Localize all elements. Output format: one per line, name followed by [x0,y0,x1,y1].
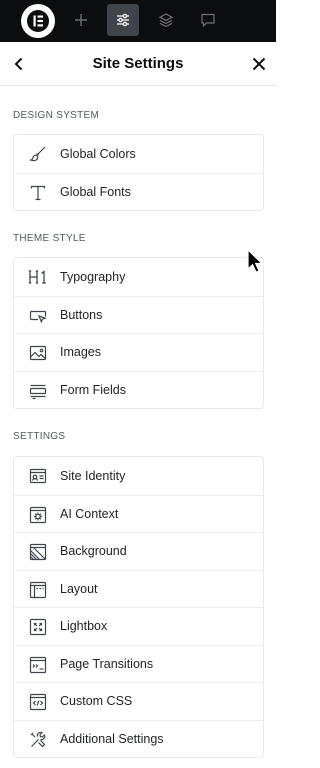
custom-css-icon [27,691,49,713]
menu-item-label: Global Colors [60,146,136,161]
menu-item-lightbox[interactable]: Lightbox [14,607,263,645]
id-card-icon [27,465,49,487]
button-cursor-icon [27,305,49,327]
menu-item-buttons[interactable]: Buttons [14,295,263,334]
menu-item-additional-settings[interactable]: Additional Settings [14,719,263,758]
lightbox-icon [27,616,49,638]
menu-item-label: Typography [60,269,126,284]
page-transitions-icon [27,654,49,676]
settings-card: Site Identity AI Context Background Layo… [13,456,264,758]
menu-item-layout[interactable]: Layout [14,569,263,608]
menu-item-label: Custom CSS [60,694,133,709]
add-element-icon[interactable] [65,4,97,36]
ai-context-icon [27,504,49,526]
brush-icon [27,143,49,165]
form-field-icon [27,380,49,402]
menu-item-page-transitions[interactable]: Page Transitions [14,644,263,683]
menu-item-label: Images [60,345,101,360]
layout-icon [27,579,49,601]
panel-header: Site Settings [0,42,276,86]
elementor-logo-icon[interactable] [21,4,55,38]
comments-icon[interactable] [192,4,224,36]
menu-item-label: AI Context [60,506,119,521]
tools-icon [27,729,49,751]
menu-item-label: Lightbox [60,619,108,634]
section-label-theme-style: THEME STYLE [13,233,86,244]
menu-item-global-fonts[interactable]: Global Fonts [14,172,263,211]
menu-item-typography[interactable]: Typography [14,258,263,296]
menu-item-label: Background [60,544,127,559]
menu-item-global-colors[interactable]: Global Colors [14,135,263,173]
site-settings-icon[interactable] [107,4,139,36]
close-icon[interactable] [249,54,269,74]
section-label-settings: SETTINGS [13,431,66,442]
menu-item-background[interactable]: Background [14,532,263,570]
menu-item-label: Page Transitions [60,656,154,671]
top-toolbar [0,0,276,42]
menu-item-label: Form Fields [60,382,126,397]
layers-icon[interactable] [150,4,182,36]
menu-item-label: Global Fonts [60,184,131,199]
h1-icon [27,266,49,288]
menu-item-label: Buttons [60,307,103,322]
page-title: Site Settings [92,55,184,72]
menu-item-label: Layout [60,581,98,596]
theme-style-card: Typography Buttons Images Form Fields [13,257,264,409]
menu-item-ai-context[interactable]: AI Context [14,494,263,533]
menu-item-images[interactable]: Images [14,333,263,371]
menu-item-custom-css[interactable]: Custom CSS [14,682,263,720]
menu-item-form-fields[interactable]: Form Fields [14,370,263,409]
font-t-icon [27,182,49,204]
section-label-design-system: DESIGN SYSTEM [13,110,100,121]
mouse-cursor-icon [247,248,265,275]
menu-item-label: Additional Settings [60,731,164,746]
design-system-card: Global Colors Global Fonts [13,134,264,211]
background-icon [27,541,49,563]
menu-item-label: Site Identity [60,468,126,483]
menu-item-site-identity[interactable]: Site Identity [14,457,263,495]
image-icon [27,342,49,364]
